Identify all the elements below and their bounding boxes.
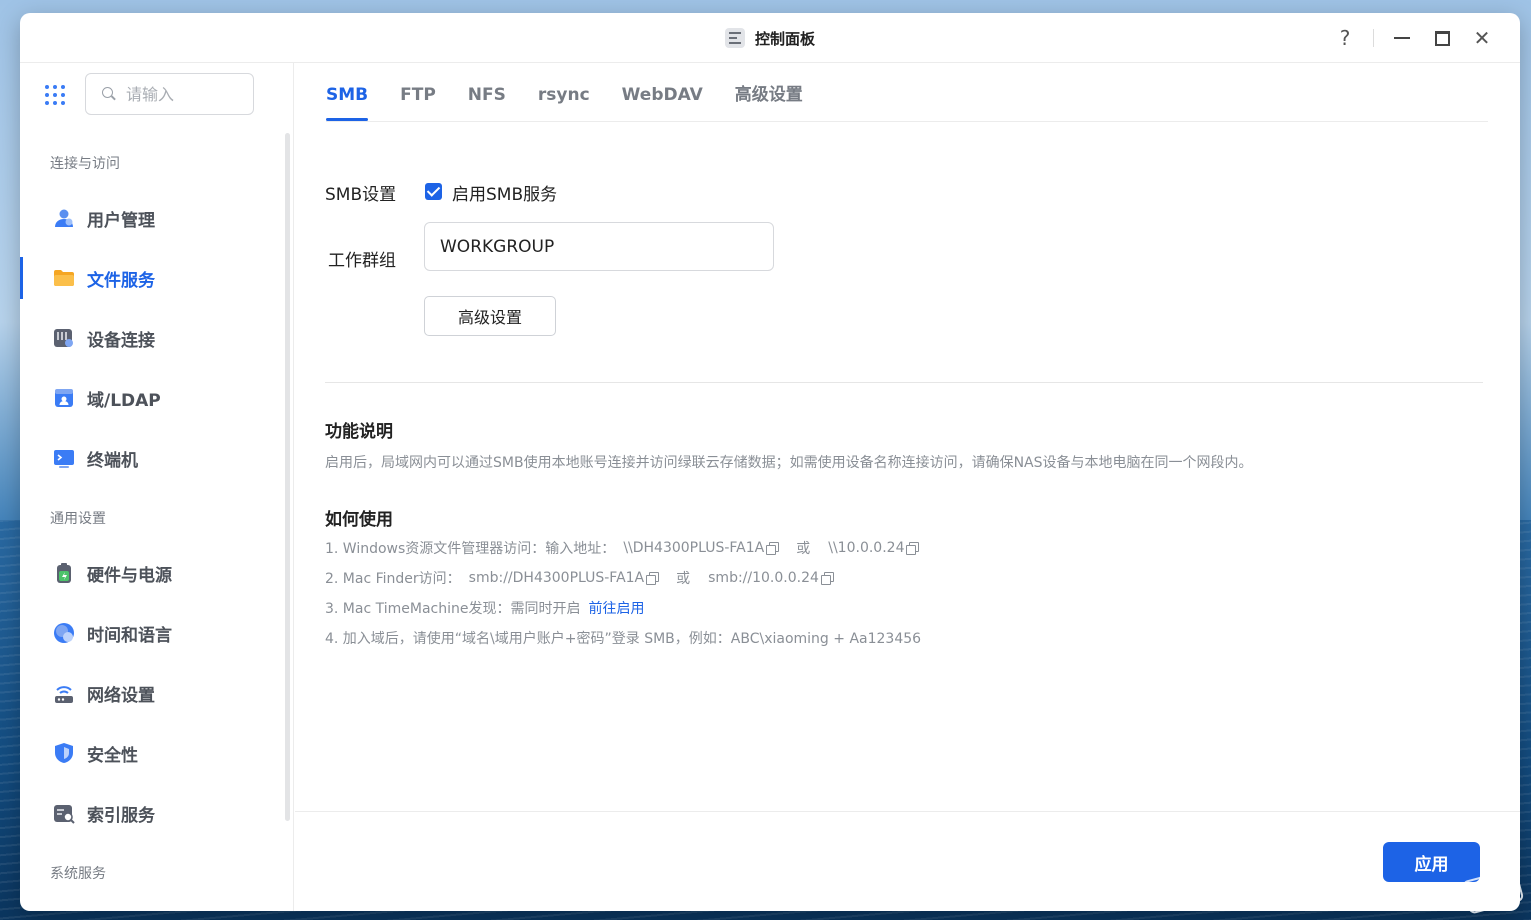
enable-smb-checkbox[interactable] <box>425 183 442 200</box>
title-bar: 控制面板 ? ✕ <box>20 13 1520 63</box>
advanced-settings-button[interactable]: 高级设置 <box>424 296 556 336</box>
help-icon: ? <box>1339 26 1351 50</box>
usage-line-timemachine: 3. Mac TimeMachine发现：需同时开启 前往启用 <box>325 598 644 618</box>
copy-icon[interactable] <box>766 542 780 555</box>
copy-icon[interactable] <box>820 572 834 585</box>
apply-button[interactable]: 应用 <box>1383 842 1480 882</box>
search-input[interactable] <box>126 84 236 104</box>
workgroup-input[interactable] <box>424 222 774 271</box>
tab-smb[interactable]: SMB <box>326 85 369 121</box>
close-icon: ✕ <box>1473 26 1491 50</box>
control-panel-window: 控制面板 ? ✕ 连接与访问 用户管理 <box>20 13 1520 911</box>
app-grid-icon[interactable] <box>45 85 65 105</box>
device-connection-icon <box>53 327 75 349</box>
copy-icon[interactable] <box>646 572 660 585</box>
sidebar-item-user-management[interactable]: 用户管理 <box>20 193 282 243</box>
close-button[interactable]: ✕ <box>1462 23 1502 53</box>
sidebar: 连接与访问 用户管理 文件服务 设备连接 域/LDAP <box>20 63 294 911</box>
controls-separator <box>1373 29 1374 47</box>
shield-icon <box>53 742 75 764</box>
windows-address-hostname: \\DH4300PLUS-FA1A <box>623 540 765 556</box>
minimize-icon <box>1394 37 1410 39</box>
sidebar-item-time-language[interactable]: 时间和语言 <box>20 608 282 658</box>
search-icon <box>102 87 116 101</box>
globe-icon <box>53 622 75 644</box>
index-icon <box>53 802 75 824</box>
help-button[interactable]: ? <box>1325 23 1365 53</box>
sidebar-item-network[interactable]: 网络设置 <box>20 668 282 718</box>
maximize-icon <box>1434 30 1450 46</box>
sidebar-item-index-service[interactable]: 索引服务 <box>20 788 282 838</box>
sidebar-item-file-service[interactable]: 文件服务 <box>20 253 282 303</box>
main-content: SMB FTP NFS rsync WebDAV 高级设置 SMB设置 启用SM… <box>295 63 1520 911</box>
tab-nfs[interactable]: NFS <box>468 85 506 121</box>
battery-icon <box>53 562 75 584</box>
section-divider <box>325 382 1483 383</box>
feature-description-text: 启用后，局域网内可以通过SMB使用本地账号连接并访问绿联云存储数据；如需使用设备… <box>325 455 1253 471</box>
maximize-button[interactable] <box>1422 23 1462 53</box>
search-box[interactable] <box>85 73 254 115</box>
mac-address-ip: smb://10.0.0.24 <box>708 570 819 586</box>
terminal-icon <box>53 447 75 469</box>
tab-ftp[interactable]: FTP <box>400 85 436 121</box>
sidebar-item-device-connection[interactable]: 设备连接 <box>20 313 282 363</box>
sidebar-item-ldap[interactable]: 域/LDAP <box>20 373 282 423</box>
enable-smb-label[interactable]: 启用SMB服务 <box>452 180 557 205</box>
tab-bar: SMB FTP NFS rsync WebDAV 高级设置 <box>326 63 1488 122</box>
how-to-use-title: 如何使用 <box>325 510 393 530</box>
tab-advanced-settings[interactable]: 高级设置 <box>735 80 803 121</box>
group-label-system: 系统服务 <box>50 866 106 882</box>
group-label-general: 通用设置 <box>50 511 106 527</box>
minimize-button[interactable] <box>1382 23 1422 53</box>
usage-line-windows: 1. Windows资源文件管理器访问：输入地址： \\DH4300PLUS-F… <box>325 538 936 558</box>
mac-address-hostname: smb://DH4300PLUS-FA1A <box>468 570 645 586</box>
windows-address-ip: \\10.0.0.24 <box>828 540 905 556</box>
smb-settings-label: SMB设置 <box>325 185 397 205</box>
sidebar-item-terminal[interactable]: 终端机 <box>20 433 282 483</box>
sidebar-item-security[interactable]: 安全性 <box>20 728 282 778</box>
group-label-connection: 连接与访问 <box>50 156 120 172</box>
tab-rsync[interactable]: rsync <box>538 85 590 121</box>
workgroup-label: 工作群组 <box>328 251 396 271</box>
user-management-icon <box>53 207 75 229</box>
window-title: 控制面板 <box>754 29 815 48</box>
usage-line-domain: 4. 加入域后，请使用“域名\域用户账户+密码”登录 SMB，例如：ABC\xi… <box>325 631 922 647</box>
sidebar-scrollbar[interactable] <box>285 133 290 821</box>
copy-icon[interactable] <box>906 542 920 555</box>
footer-divider <box>295 811 1520 812</box>
ldap-icon <box>53 387 75 409</box>
folder-icon <box>53 267 75 289</box>
window-controls: ? ✕ <box>1325 23 1502 53</box>
usage-line-mac-finder: 2. Mac Finder访问： smb://DH4300PLUS-FA1A 或… <box>325 568 851 588</box>
enable-timemachine-link[interactable]: 前往启用 <box>588 598 644 618</box>
control-panel-app-icon <box>724 28 745 48</box>
router-icon <box>53 682 75 704</box>
tab-webdav[interactable]: WebDAV <box>622 85 703 121</box>
sidebar-item-hardware-power[interactable]: 硬件与电源 <box>20 548 282 598</box>
feature-description-title: 功能说明 <box>325 422 393 442</box>
